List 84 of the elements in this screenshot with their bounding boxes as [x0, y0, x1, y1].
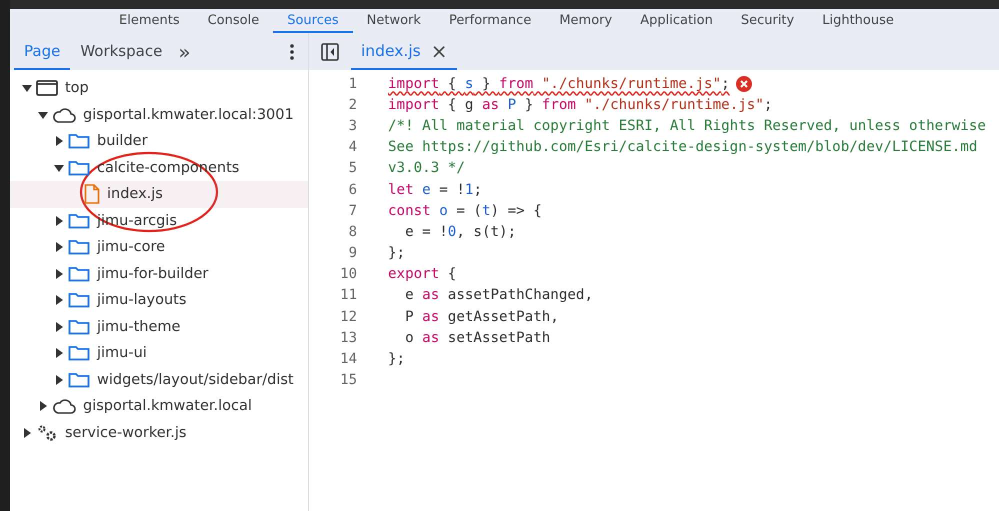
code-line: let e = !1;	[388, 182, 482, 198]
tree-item[interactable]: jimu-theme	[97, 318, 180, 335]
devtools-tab[interactable]: Elements	[105, 9, 194, 33]
code-line: import { s } from "./chunks/runtime.js";	[388, 76, 730, 92]
devtools-tab[interactable]: Lighthouse	[808, 9, 908, 33]
tree-item[interactable]: service-worker.js	[65, 424, 186, 441]
gears-icon	[36, 422, 58, 443]
code-line: export {	[388, 266, 456, 282]
line-number: 5	[348, 160, 357, 176]
line-number: 10	[339, 266, 357, 282]
file-icon	[84, 184, 100, 204]
devtools-tab[interactable]: Network	[352, 9, 435, 33]
tree-item[interactable]: jimu-for-builder	[97, 266, 208, 282]
expand-arrow-icon[interactable]	[54, 295, 64, 306]
devtools-tab[interactable]: Security	[726, 9, 808, 33]
folder-icon	[68, 292, 90, 308]
tree-item[interactable]: jimu-ui	[97, 345, 147, 362]
window-icon	[36, 80, 58, 96]
line-number: 12	[339, 308, 357, 325]
expand-arrow-icon[interactable]	[54, 268, 64, 279]
code-line: const o = (t) => {	[388, 202, 542, 219]
line-number: 11	[339, 287, 357, 304]
expand-arrow-icon[interactable]	[54, 374, 64, 385]
expand-arrow-icon[interactable]	[54, 322, 64, 332]
close-button[interactable]: ×	[430, 38, 448, 62]
line-number: 7	[348, 202, 357, 219]
expand-arrow-icon[interactable]	[38, 110, 48, 120]
folder-icon	[68, 239, 90, 256]
code-line: };	[388, 351, 406, 368]
tree-item[interactable]: index.js	[107, 186, 163, 202]
expand-arrow-icon[interactable]	[54, 162, 64, 173]
expand-arrow-icon[interactable]	[54, 216, 64, 226]
expand-arrow-icon[interactable]	[54, 136, 64, 146]
folder-icon	[68, 133, 90, 150]
sidebar-tab[interactable]: Workspace	[70, 33, 172, 70]
sidebar-tab[interactable]: Page	[14, 33, 70, 70]
code-line: e as assetPathChanged,	[404, 287, 594, 304]
line-number: 13	[339, 330, 357, 346]
tree-item[interactable]: top	[65, 80, 89, 96]
error-icon	[736, 76, 752, 92]
line-number: 15	[339, 372, 357, 388]
expand-arrow-icon[interactable]	[22, 428, 32, 438]
devtools-tab[interactable]: Performance	[434, 9, 546, 33]
tree-item[interactable]: gisportal.kmwater.local:3001	[83, 106, 294, 123]
line-number: 9	[348, 245, 357, 262]
folder-icon	[68, 345, 90, 362]
code-line: import { g as P } from "./chunks/runtime.js";	[388, 96, 772, 113]
expand-arrow-icon[interactable]	[38, 401, 48, 412]
line-number: 3	[348, 118, 357, 134]
folder-icon	[68, 266, 90, 282]
devtools-tab[interactable]: Application	[626, 9, 727, 33]
code-line: e = !0, s(t);	[404, 224, 516, 240]
devtools-tab[interactable]: Console	[194, 9, 274, 33]
expand-arrow-icon[interactable]	[22, 83, 32, 94]
code-line: P as getAssetPath,	[404, 308, 559, 325]
file-tab[interactable]: index.js ×	[351, 33, 458, 70]
line-number: 4	[348, 139, 357, 156]
tree-item[interactable]: gisportal.kmwater.local	[83, 398, 252, 414]
tree-item[interactable]: jimu-core	[97, 239, 166, 256]
cloud-icon	[52, 398, 76, 414]
folder-icon	[68, 212, 90, 229]
folder-icon	[68, 372, 90, 388]
code-line: };	[388, 245, 406, 262]
cloud-icon	[52, 106, 76, 123]
devtools-tab[interactable]: Memory	[545, 9, 626, 33]
menu-icon[interactable]	[290, 44, 294, 60]
line-number: 8	[348, 224, 357, 240]
expand-arrow-icon[interactable]	[54, 242, 64, 252]
tree-item[interactable]: widgets/layout/sidebar/dist	[97, 372, 294, 388]
line-number: 2	[348, 96, 357, 113]
tree-item[interactable]: builder	[97, 133, 148, 150]
line-number: 1	[348, 76, 357, 92]
code-line: See https://github.com/Esri/calcite-design-system/blob/dev/LICENSE.md	[388, 139, 978, 156]
sidebar-toggle-icon[interactable]	[321, 42, 339, 60]
more-tabs-button[interactable]: »	[172, 40, 197, 64]
line-number: 6	[348, 182, 357, 198]
folder-icon	[68, 318, 90, 335]
expand-arrow-icon[interactable]	[54, 348, 64, 358]
folder-icon	[68, 160, 90, 176]
line-number: 14	[339, 351, 357, 368]
tree-item[interactable]: jimu-layouts	[97, 292, 186, 308]
code-line: v3.0.3 */	[388, 160, 465, 176]
code-line: /*! All material copyright ESRI, All Rights Reserved, unless otherwise	[388, 118, 986, 134]
code-line: o as setAssetPath	[404, 330, 550, 346]
